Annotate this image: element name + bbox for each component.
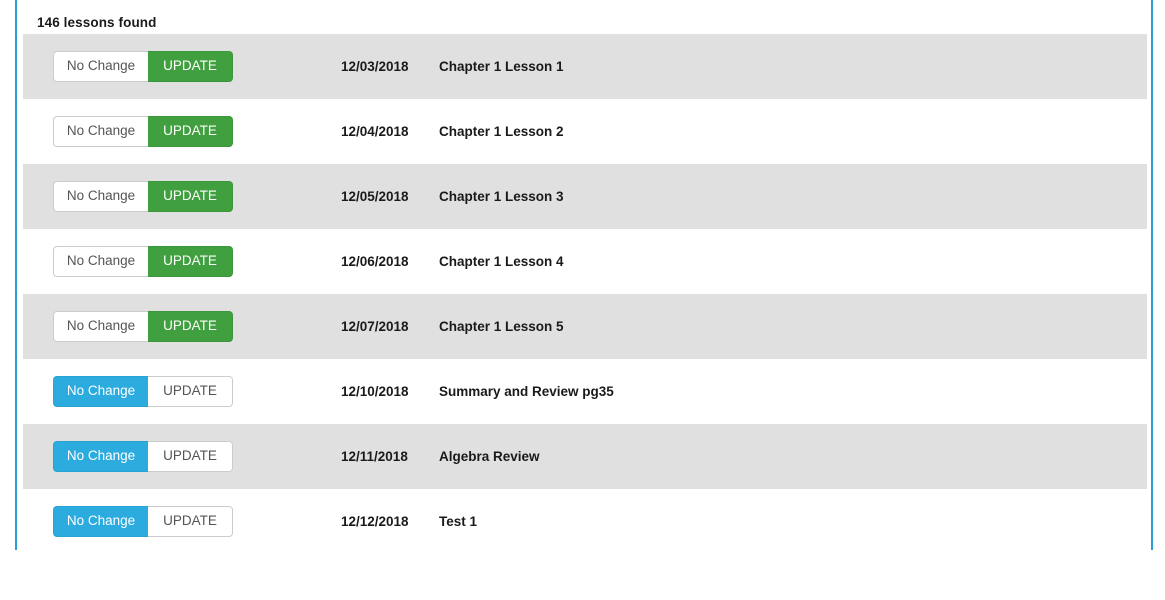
lesson-status-toggle-group: No Change UPDATE (53, 51, 233, 82)
lesson-status-toggle-group: No Change UPDATE (53, 441, 233, 472)
update-button[interactable]: UPDATE (148, 116, 233, 147)
lesson-date: 12/12/2018 (341, 514, 409, 529)
lesson-title: Chapter 1 Lesson 4 (439, 254, 564, 269)
lesson-title: Algebra Review (439, 449, 540, 464)
no-change-button[interactable]: No Change (53, 51, 148, 82)
update-button[interactable]: UPDATE (148, 311, 233, 342)
lesson-title: Chapter 1 Lesson 2 (439, 124, 564, 139)
table-row: No Change UPDATE 12/04/2018 Chapter 1 Lesso… (23, 99, 1147, 164)
update-button[interactable]: UPDATE (148, 506, 233, 537)
update-button[interactable]: UPDATE (148, 51, 233, 82)
lesson-date: 12/11/2018 (341, 449, 408, 464)
no-change-button[interactable]: No Change (53, 181, 148, 212)
no-change-button[interactable]: No Change (53, 116, 148, 147)
no-change-button[interactable]: No Change (53, 376, 148, 407)
no-change-button[interactable]: No Change (53, 506, 148, 537)
lesson-title: Test 1 (439, 514, 478, 529)
lesson-status-toggle-group: No Change UPDATE (53, 116, 233, 147)
no-change-button[interactable]: No Change (53, 246, 148, 277)
lesson-title: Summary and Review pg35 (439, 384, 614, 399)
results-count-label: 146 lessons found (37, 15, 157, 30)
table-row: No Change UPDATE 12/11/2018 Algebra Review (23, 424, 1147, 489)
update-button[interactable]: UPDATE (148, 246, 233, 277)
lesson-status-toggle-group: No Change UPDATE (53, 506, 233, 537)
update-button[interactable]: UPDATE (148, 376, 233, 407)
table-row: No Change UPDATE 12/03/2018 Chapter 1 Lesso… (23, 34, 1147, 99)
update-button[interactable]: UPDATE (148, 441, 233, 472)
lesson-status-toggle-group: No Change UPDATE (53, 181, 233, 212)
lesson-status-toggle-group: No Change UPDATE (53, 246, 233, 277)
table-row: No Change UPDATE 12/06/2018 Chapter 1 Lesso… (23, 229, 1147, 294)
no-change-button[interactable]: No Change (53, 441, 148, 472)
lesson-date: 12/04/2018 (341, 124, 409, 139)
table-row: No Change UPDATE 12/07/2018 Chapter 1 Lesso… (23, 294, 1147, 359)
table-row: No Change UPDATE 12/05/2018 Chapter 1 Lesso… (23, 164, 1147, 229)
lesson-title: Chapter 1 Lesson 1 (439, 59, 564, 74)
lesson-status-toggle-group: No Change UPDATE (53, 376, 233, 407)
lesson-date: 12/06/2018 (341, 254, 409, 269)
lesson-date: 12/07/2018 (341, 319, 409, 334)
update-button[interactable]: UPDATE (148, 181, 233, 212)
table-row: No Change UPDATE 12/10/2018 Summary and Rev… (23, 359, 1147, 424)
lesson-date: 12/03/2018 (341, 59, 409, 74)
lesson-title: Chapter 1 Lesson 5 (439, 319, 564, 334)
table-row: No Change UPDATE 12/12/2018 Test 1 (23, 489, 1147, 554)
lessons-panel: 146 lessons found No Change UPDATE 12/03/2… (15, 0, 1153, 554)
lesson-title: Chapter 1 Lesson 3 (439, 189, 564, 204)
lesson-date: 12/10/2018 (341, 384, 409, 399)
lesson-status-toggle-group: No Change UPDATE (53, 311, 233, 342)
lesson-list: No Change UPDATE 12/03/2018 Chapter 1 Lesso… (23, 34, 1147, 554)
no-change-button[interactable]: No Change (53, 311, 148, 342)
lesson-date: 12/05/2018 (341, 189, 409, 204)
